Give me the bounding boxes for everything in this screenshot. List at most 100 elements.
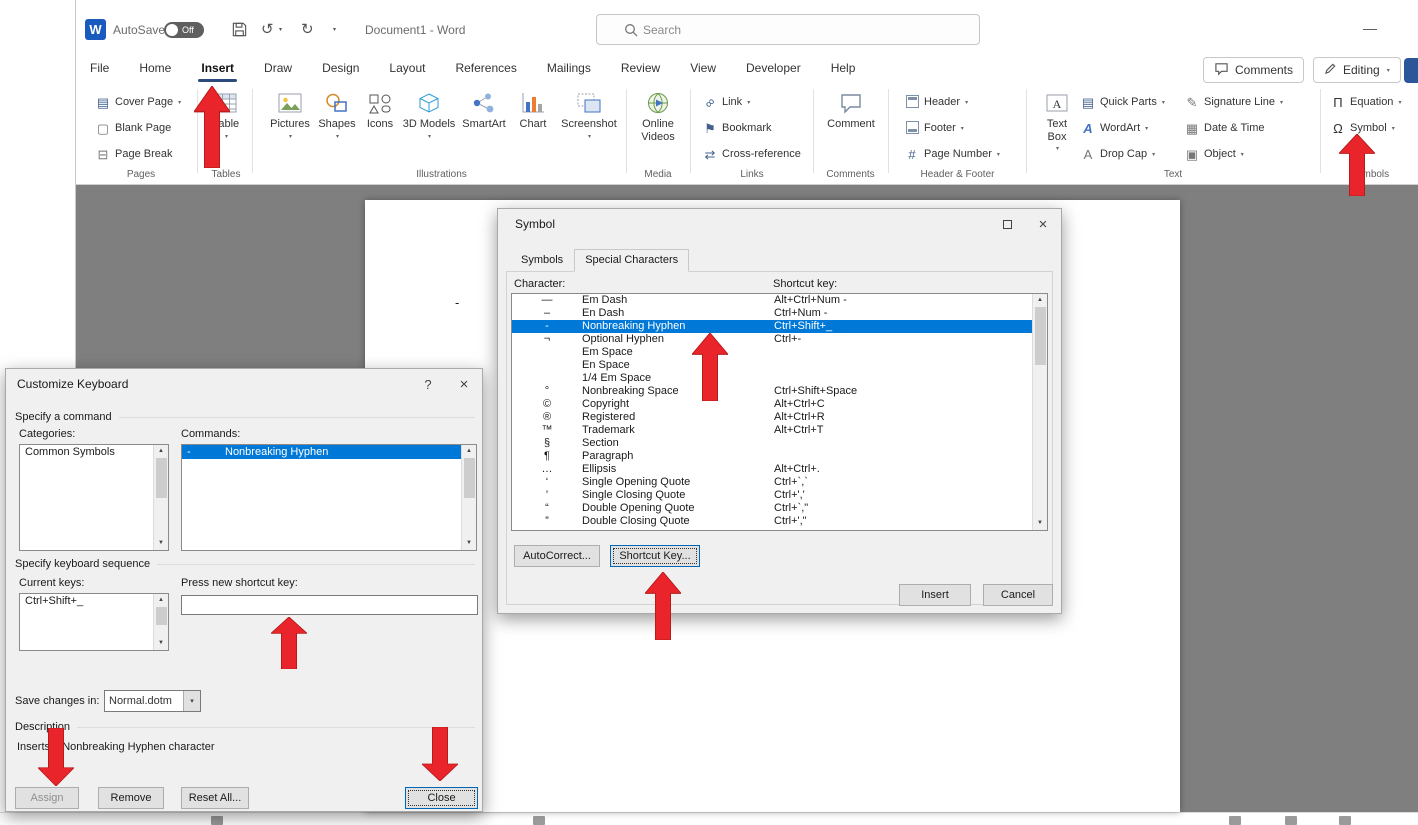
special-character-row[interactable]: En Space bbox=[512, 359, 1032, 372]
undo-icon[interactable]: ↺ bbox=[261, 20, 274, 38]
scroll-down-icon[interactable]: ▼ bbox=[1037, 519, 1043, 528]
close-button[interactable]: × bbox=[1025, 209, 1061, 239]
date-time-button[interactable]: ▦ Date & Time bbox=[1184, 118, 1265, 138]
save-changes-combobox[interactable]: Normal.dotm ▾ bbox=[104, 690, 201, 712]
ribbon-tab[interactable]: Home bbox=[138, 57, 172, 79]
new-shortcut-key-input[interactable] bbox=[181, 595, 478, 615]
scroll-up-icon[interactable]: ▲ bbox=[158, 447, 164, 456]
current-key-item[interactable]: Ctrl+Shift+_ bbox=[20, 594, 153, 608]
undo-chevron-icon[interactable]: ▾ bbox=[279, 26, 282, 33]
scroll-up-icon[interactable]: ▲ bbox=[466, 447, 472, 456]
scroll-down-icon[interactable]: ▼ bbox=[158, 639, 164, 648]
text-box-button[interactable]: A Text Box ▾ bbox=[1036, 90, 1078, 152]
symbol-dialog-titlebar[interactable]: Symbol × bbox=[498, 209, 1061, 239]
equation-button[interactable]: Π Equation ▾ bbox=[1330, 92, 1401, 112]
blank-page-button[interactable]: ▢ Blank Page bbox=[95, 118, 171, 138]
status-icon[interactable] bbox=[1339, 816, 1351, 825]
dialog-tab[interactable]: Symbols bbox=[510, 249, 574, 272]
cross-reference-button[interactable]: ⇄ Cross-reference bbox=[702, 144, 801, 164]
screenshot-button[interactable]: Screenshot ▾ bbox=[556, 90, 622, 140]
scrollbar[interactable]: ▲ ▼ bbox=[461, 445, 476, 550]
smartart-button[interactable]: SmartArt bbox=[458, 90, 510, 131]
comment-button[interactable]: Comment bbox=[825, 90, 877, 131]
special-character-row[interactable]: ‘ Single Opening Quote Ctrl+`,` bbox=[512, 476, 1032, 489]
bookmark-button[interactable]: ⚑ Bookmark bbox=[702, 118, 771, 138]
signature-line-button[interactable]: ✎ Signature Line ▾ bbox=[1184, 92, 1283, 112]
save-icon[interactable] bbox=[231, 21, 248, 43]
ribbon-options-chevron-icon[interactable]: ▾ bbox=[333, 26, 336, 33]
ribbon-tab[interactable]: Design bbox=[321, 57, 360, 79]
scroll-down-icon[interactable]: ▼ bbox=[466, 539, 472, 548]
customize-dialog-titlebar[interactable]: Customize Keyboard ? × bbox=[6, 369, 482, 399]
page-number-button[interactable]: # Page Number ▾ bbox=[904, 144, 1000, 164]
help-button[interactable]: ? bbox=[410, 369, 446, 399]
footer-button[interactable]: Footer ▾ bbox=[904, 118, 964, 138]
special-character-row[interactable]: § Section bbox=[512, 437, 1032, 450]
cover-page-button[interactable]: ▤ Cover Page ▾ bbox=[95, 92, 181, 112]
wordart-button[interactable]: A WordArt ▾ bbox=[1080, 118, 1148, 138]
comments-button[interactable]: Comments bbox=[1203, 57, 1305, 83]
page-break-button[interactable]: ⊟ Page Break bbox=[95, 144, 173, 164]
status-icon[interactable] bbox=[1285, 816, 1297, 825]
ribbon-tab[interactable]: View bbox=[689, 57, 717, 79]
search-input[interactable]: Search bbox=[596, 14, 980, 45]
special-character-row[interactable]: ™ Trademark Alt+Ctrl+T bbox=[512, 424, 1032, 437]
link-button[interactable]: ∞ Link ▾ bbox=[701, 92, 750, 112]
close-button[interactable]: × bbox=[446, 369, 482, 399]
shapes-button[interactable]: Shapes ▾ bbox=[316, 90, 358, 140]
special-characters-list[interactable]: — Em Dash Alt+Ctrl+Num - – En Dash Ctrl+… bbox=[511, 293, 1048, 531]
assign-button[interactable]: Assign bbox=[15, 787, 79, 809]
ribbon-tab[interactable]: References bbox=[454, 57, 517, 79]
ribbon-tab[interactable]: Draw bbox=[263, 57, 293, 79]
scroll-down-icon[interactable]: ▼ bbox=[158, 539, 164, 548]
minimize-button[interactable]: — bbox=[1363, 20, 1377, 36]
ribbon-tab[interactable]: Developer bbox=[745, 57, 802, 79]
scrollbar[interactable]: ▲ ▼ bbox=[153, 445, 168, 550]
object-button[interactable]: ▣ Object ▾ bbox=[1184, 144, 1244, 164]
ribbon-tab[interactable]: Mailings bbox=[546, 57, 592, 79]
categories-list[interactable]: Common Symbols ▲ ▼ bbox=[19, 444, 169, 551]
scroll-thumb[interactable] bbox=[463, 458, 475, 498]
word-logo-icon[interactable]: W bbox=[85, 19, 106, 40]
pictures-button[interactable]: Pictures ▾ bbox=[268, 90, 312, 140]
scroll-thumb[interactable] bbox=[1034, 307, 1046, 365]
ribbon-tab[interactable]: Help bbox=[830, 57, 857, 79]
special-character-row[interactable]: ’ Single Closing Quote Ctrl+',' bbox=[512, 489, 1032, 502]
ribbon-tab[interactable]: Review bbox=[620, 57, 661, 79]
3d-models-button[interactable]: 3D Models ▾ bbox=[402, 90, 456, 140]
quick-parts-button[interactable]: ▤ Quick Parts ▾ bbox=[1080, 92, 1165, 112]
special-character-row[interactable]: Em Space bbox=[512, 346, 1032, 359]
header-button[interactable]: Header ▾ bbox=[904, 92, 968, 112]
status-icon[interactable] bbox=[1229, 816, 1241, 825]
insert-button[interactable]: Insert bbox=[899, 584, 971, 606]
scroll-up-icon[interactable]: ▲ bbox=[158, 596, 164, 605]
close-dialog-button[interactable]: Close bbox=[405, 787, 478, 809]
scroll-thumb[interactable] bbox=[155, 607, 167, 625]
cancel-button[interactable]: Cancel bbox=[983, 584, 1053, 606]
special-character-row[interactable]: – En Dash Ctrl+Num - bbox=[512, 307, 1032, 320]
special-character-row[interactable]: - Nonbreaking Hyphen Ctrl+Shift+_ bbox=[512, 320, 1032, 333]
status-icon[interactable] bbox=[533, 816, 545, 825]
ribbon-tab[interactable]: Layout bbox=[388, 57, 426, 79]
special-character-row[interactable]: “ Double Opening Quote Ctrl+`," bbox=[512, 502, 1032, 515]
special-character-row[interactable]: ¬ Optional Hyphen Ctrl+- bbox=[512, 333, 1032, 346]
share-icon[interactable] bbox=[1404, 58, 1418, 83]
online-videos-button[interactable]: Online Videos bbox=[632, 90, 684, 143]
scrollbar[interactable]: ▲ ▼ bbox=[153, 594, 168, 650]
command-item[interactable]: - Nonbreaking Hyphen bbox=[182, 445, 461, 459]
autocorrect-button[interactable]: AutoCorrect... bbox=[514, 545, 600, 567]
special-character-row[interactable]: 1/4 Em Space bbox=[512, 372, 1032, 385]
ribbon-tab[interactable]: File bbox=[89, 57, 110, 79]
special-character-row[interactable]: ¶ Paragraph bbox=[512, 450, 1032, 463]
special-character-row[interactable]: © Copyright Alt+Ctrl+C bbox=[512, 398, 1032, 411]
icons-button[interactable]: Icons bbox=[360, 90, 400, 131]
chart-button[interactable]: Chart bbox=[512, 90, 554, 131]
shortcut-key-button[interactable]: Shortcut Key... bbox=[610, 545, 700, 567]
special-character-row[interactable]: — Em Dash Alt+Ctrl+Num - bbox=[512, 294, 1032, 307]
commands-list[interactable]: - Nonbreaking Hyphen ▲ ▼ bbox=[181, 444, 477, 551]
editing-mode-button[interactable]: Editing ▾ bbox=[1313, 57, 1401, 83]
remove-button[interactable]: Remove bbox=[98, 787, 164, 809]
dialog-tab[interactable]: Special Characters bbox=[574, 249, 690, 272]
special-character-row[interactable]: ” Double Closing Quote Ctrl+'," bbox=[512, 515, 1032, 528]
special-character-row[interactable]: ° Nonbreaking Space Ctrl+Shift+Space bbox=[512, 385, 1032, 398]
